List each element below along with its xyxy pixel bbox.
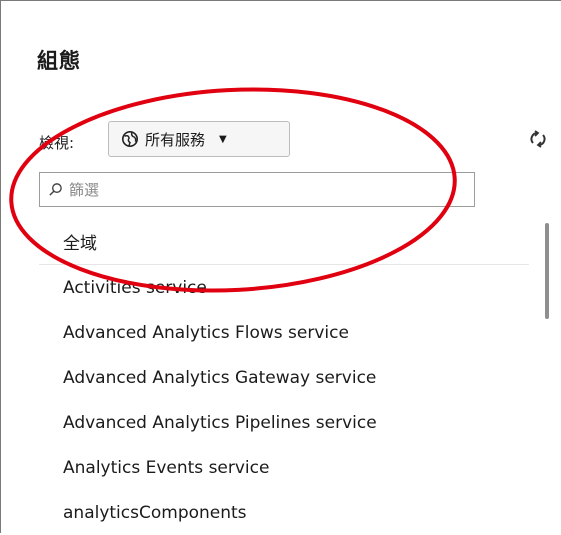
list-item[interactable]: Advanced Analytics Flows service: [39, 310, 529, 355]
list-item[interactable]: Activities service: [39, 265, 529, 310]
globe-icon: [121, 130, 139, 148]
view-dropdown-value: 所有服務: [145, 130, 206, 149]
list-item[interactable]: analyticsComponents: [39, 490, 529, 535]
list-item[interactable]: Advanced Analytics Pipelines service: [39, 400, 529, 445]
configuration-panel: 組態 檢視: 所有服務 ▼ 全域 Activities service Adva…: [0, 0, 561, 533]
vertical-scrollbar[interactable]: [545, 223, 549, 319]
list-item-label: Advanced Analytics Flows service: [63, 322, 349, 343]
service-list: 全域 Activities service Advanced Analytics…: [39, 219, 529, 535]
view-label: 檢視:: [39, 134, 75, 152]
panel-title: 組態: [37, 49, 81, 73]
list-item[interactable]: Analytics Events service: [39, 445, 529, 490]
list-item-global[interactable]: 全域: [39, 219, 529, 265]
list-item-label: Analytics Events service: [63, 457, 270, 478]
list-item-label: analyticsComponents: [63, 502, 247, 523]
list-item[interactable]: Advanced Analytics Gateway service: [39, 355, 529, 400]
list-item-label: 全域: [63, 234, 97, 254]
filter-input[interactable]: [69, 180, 449, 199]
filter-field[interactable]: [39, 172, 475, 207]
list-item-label: Advanced Analytics Gateway service: [63, 367, 377, 388]
view-dropdown[interactable]: 所有服務 ▼: [108, 121, 290, 157]
list-item-label: Activities service: [63, 277, 207, 298]
refresh-icon[interactable]: [528, 129, 548, 149]
search-icon: [49, 183, 62, 196]
chevron-down-icon: ▼: [219, 133, 227, 145]
list-item-label: Advanced Analytics Pipelines service: [63, 412, 377, 433]
